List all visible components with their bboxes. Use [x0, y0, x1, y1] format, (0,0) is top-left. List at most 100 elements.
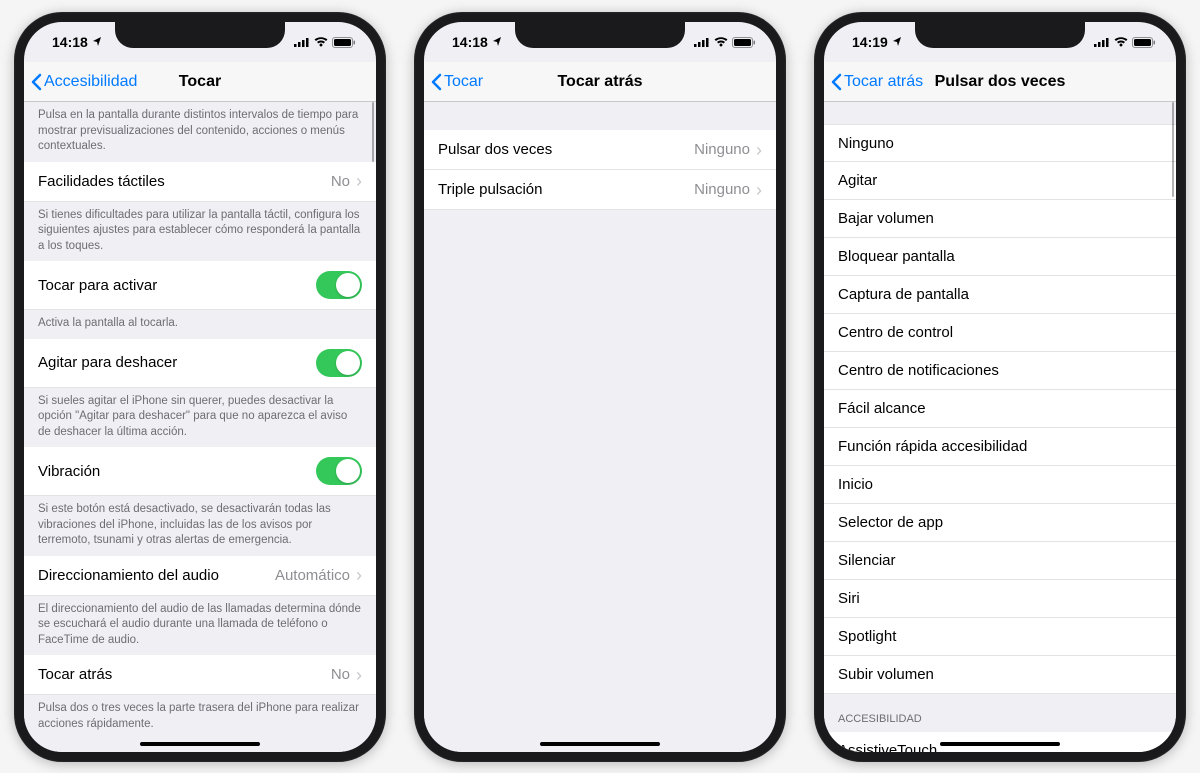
option-label: Subir volumen	[838, 666, 1162, 683]
row-facilidades-tactiles[interactable]: Facilidades táctiles No ›	[24, 162, 376, 202]
phone-frame-1: 14:18 Accesibilidad Tocar Pulsa en la pa…	[14, 12, 386, 762]
section-header-accesibilidad: ACCESIBILIDAD	[824, 694, 1176, 732]
option-row[interactable]: Selector de app	[824, 504, 1176, 542]
location-icon	[892, 37, 902, 47]
signal-icon	[1094, 37, 1110, 47]
scroll-indicator[interactable]	[372, 102, 375, 162]
footer-audio: El direccionamiento del audio de las lla…	[24, 596, 376, 656]
option-label: Agitar	[838, 172, 1162, 189]
battery-icon	[332, 37, 356, 48]
row-label: Tocar atrás	[38, 666, 331, 683]
option-row[interactable]: Bloquear pantalla	[824, 238, 1176, 276]
nav-bar: Tocar atrás Pulsar dos veces	[824, 62, 1176, 102]
option-row[interactable]: Inicio	[824, 466, 1176, 504]
row-value: Automático	[275, 567, 350, 584]
phone-screen-2: 14:18 Tocar Tocar atrás Pulsar dos veces…	[424, 22, 776, 752]
back-button[interactable]: Tocar	[430, 73, 483, 91]
option-row[interactable]: Subir volumen	[824, 656, 1176, 694]
status-time: 14:19	[852, 34, 888, 50]
option-label: Bloquear pantalla	[838, 248, 1162, 265]
intro-text: Pulsa en la pantalla durante distintos i…	[24, 102, 376, 162]
row-triple-pulsacion[interactable]: Triple pulsación Ninguno ›	[424, 170, 776, 210]
option-label: Centro de control	[838, 324, 1162, 341]
option-label: Ninguno	[838, 135, 1162, 152]
row-agitar-deshacer[interactable]: Agitar para deshacer	[24, 339, 376, 388]
option-row[interactable]: Siri	[824, 580, 1176, 618]
home-indicator[interactable]	[540, 742, 660, 746]
option-label: Centro de notificaciones	[838, 362, 1162, 379]
toggle-on[interactable]	[316, 349, 362, 377]
home-indicator[interactable]	[940, 742, 1060, 746]
nav-bar: Accesibilidad Tocar	[24, 62, 376, 102]
row-tocar-para-activar[interactable]: Tocar para activar	[24, 261, 376, 310]
row-value: Ninguno	[694, 181, 750, 198]
chevron-right-icon: ›	[356, 666, 362, 684]
toggle-on[interactable]	[316, 457, 362, 485]
chevron-left-icon	[830, 73, 842, 91]
status-time: 14:18	[452, 34, 488, 50]
home-indicator[interactable]	[140, 742, 260, 746]
toggle-on[interactable]	[316, 271, 362, 299]
row-value: No	[331, 666, 350, 683]
phone-frame-3: 14:19 Tocar atrás Pulsar dos veces Ningu…	[814, 12, 1186, 762]
row-pulsar-dos-veces[interactable]: Pulsar dos veces Ninguno ›	[424, 130, 776, 170]
option-row[interactable]: Spotlight	[824, 618, 1176, 656]
option-label: Captura de pantalla	[838, 286, 1162, 303]
option-label: Siri	[838, 590, 1162, 607]
option-label: Selector de app	[838, 514, 1162, 531]
option-label: Función rápida accesibilidad	[838, 438, 1162, 455]
notch	[515, 22, 685, 48]
back-label: Accesibilidad	[44, 73, 137, 91]
footer-facilidades: Si tienes dificultades para utilizar la …	[24, 202, 376, 262]
option-row[interactable]: Función rápida accesibilidad	[824, 428, 1176, 466]
battery-icon	[732, 37, 756, 48]
option-row[interactable]: Bajar volumen	[824, 200, 1176, 238]
notch	[915, 22, 1085, 48]
nav-title: Tocar	[179, 73, 221, 91]
row-direccionamiento-audio[interactable]: Direccionamiento del audio Automático ›	[24, 556, 376, 596]
option-row[interactable]: Fácil alcance	[824, 390, 1176, 428]
row-label: Tocar para activar	[38, 277, 316, 294]
row-label: Pulsar dos veces	[438, 141, 694, 158]
footer-tocar-activar: Activa la pantalla al tocarla.	[24, 310, 376, 339]
location-icon	[492, 37, 502, 47]
settings-content[interactable]: Pulsa en la pantalla durante distintos i…	[24, 102, 376, 752]
wifi-icon	[1114, 37, 1128, 47]
back-button[interactable]: Accesibilidad	[30, 73, 137, 91]
phone-screen-3: 14:19 Tocar atrás Pulsar dos veces Ningu…	[824, 22, 1176, 752]
back-label: Tocar atrás	[844, 73, 923, 91]
notch	[115, 22, 285, 48]
row-label: Vibración	[38, 463, 316, 480]
row-tocar-atras[interactable]: Tocar atrás No ›	[24, 655, 376, 695]
status-time: 14:18	[52, 34, 88, 50]
back-button[interactable]: Tocar atrás	[830, 73, 923, 91]
option-row[interactable]: Centro de notificaciones	[824, 352, 1176, 390]
signal-icon	[294, 37, 310, 47]
option-row[interactable]: Agitar	[824, 162, 1176, 200]
nav-title: Tocar atrás	[557, 73, 642, 91]
footer-vibracion: Si este botón está desactivado, se desac…	[24, 496, 376, 556]
chevron-right-icon: ›	[756, 181, 762, 199]
footer-tocar-atras: Pulsa dos o tres veces la parte trasera …	[24, 695, 376, 739]
footer-agitar: Si sueles agitar el iPhone sin querer, p…	[24, 388, 376, 448]
option-row[interactable]: Silenciar	[824, 542, 1176, 580]
option-label: Silenciar	[838, 552, 1162, 569]
option-row[interactable]: Centro de control	[824, 314, 1176, 352]
row-value: Ninguno	[694, 141, 750, 158]
option-row[interactable]: Captura de pantalla	[824, 276, 1176, 314]
scroll-indicator[interactable]	[1172, 102, 1175, 197]
option-row[interactable]: Ninguno	[824, 124, 1176, 162]
chevron-right-icon: ›	[356, 172, 362, 190]
row-label: Direccionamiento del audio	[38, 567, 275, 584]
row-label: Triple pulsación	[438, 181, 694, 198]
signal-icon	[694, 37, 710, 47]
wifi-icon	[714, 37, 728, 47]
option-label: Fácil alcance	[838, 400, 1162, 417]
row-label: Agitar para deshacer	[38, 354, 316, 371]
options-list[interactable]: Ninguno Agitar Bajar volumen Bloquear panta…	[824, 102, 1176, 752]
back-label: Tocar	[444, 73, 483, 91]
phone-screen-1: 14:18 Accesibilidad Tocar Pulsa en la pa…	[24, 22, 376, 752]
settings-content[interactable]: Pulsar dos veces Ninguno › Triple pulsac…	[424, 102, 776, 752]
row-vibracion[interactable]: Vibración	[24, 447, 376, 496]
battery-icon	[1132, 37, 1156, 48]
